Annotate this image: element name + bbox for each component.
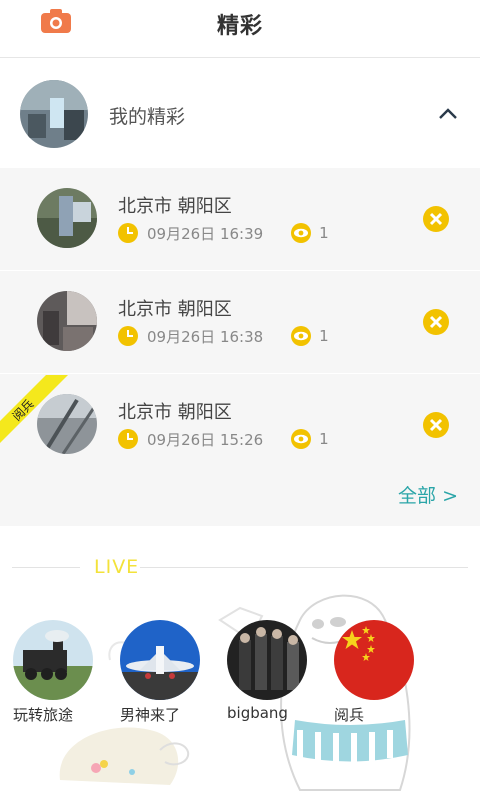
top-bar: 精彩 (0, 0, 480, 58)
item-views: 1 (319, 224, 329, 242)
live-label: LIVE (94, 556, 140, 578)
chevron-up-icon (439, 108, 457, 119)
list-item[interactable]: 北京市 朝阳区 09月26日 16:38 1 (0, 271, 480, 374)
live-topic-bigbang[interactable]: bigbang (227, 620, 307, 722)
close-icon (423, 309, 449, 335)
delete-button[interactable] (423, 206, 449, 232)
topic-label: 男神来了 (120, 706, 181, 724)
user-avatar (20, 80, 88, 148)
topic-label: bigbang (227, 704, 288, 722)
divider (12, 567, 80, 568)
topic-label: 玩转旅途 (13, 706, 74, 724)
item-thumbnail (37, 188, 97, 248)
close-icon (423, 412, 449, 438)
live-section-header: LIVE (12, 556, 468, 580)
topic-image (227, 620, 307, 700)
item-meta: 09月26日 15:26 1 (118, 428, 329, 450)
clock-icon (118, 223, 138, 243)
delete-button[interactable] (423, 309, 449, 335)
live-topic-idols[interactable]: 男神来了 (120, 620, 200, 724)
eye-icon (291, 326, 312, 346)
topic-label: 阅兵 (334, 706, 365, 724)
item-time: 09月26日 16:38 (147, 327, 264, 346)
eye-icon (291, 223, 312, 243)
clock-icon (118, 429, 138, 449)
live-topic-travel[interactable]: 玩转旅途 (13, 620, 93, 724)
live-topic-parade[interactable]: 阅兵 (334, 620, 414, 724)
item-views: 1 (319, 327, 329, 345)
eye-icon (291, 429, 312, 449)
topic-image (334, 620, 414, 700)
my-highlights-header[interactable]: 我的精彩 (0, 60, 480, 168)
collapse-button[interactable] (434, 104, 462, 124)
my-highlights-label: 我的精彩 (109, 106, 186, 128)
topic-image (13, 620, 93, 700)
item-location: 北京市 朝阳区 (118, 299, 232, 320)
topic-ribbon: 阅兵 (0, 375, 72, 447)
item-views: 1 (319, 430, 329, 448)
item-time: 09月26日 15:26 (147, 430, 264, 449)
list-item[interactable]: 北京市 朝阳区 09月26日 16:39 1 (0, 168, 480, 271)
item-time: 09月26日 16:39 (147, 224, 264, 243)
delete-button[interactable] (423, 412, 449, 438)
my-highlights-list: 北京市 朝阳区 09月26日 16:39 1 北京市 朝阳区 09月26日 16… (0, 168, 480, 526)
item-location: 北京市 朝阳区 (118, 402, 232, 423)
item-thumbnail (37, 291, 97, 351)
item-meta: 09月26日 16:39 1 (118, 222, 329, 244)
divider (140, 567, 468, 568)
list-item[interactable]: 北京市 朝阳区 09月26日 15:26 1 (0, 374, 480, 477)
view-all-link[interactable]: 全部 > (398, 481, 458, 508)
item-meta: 09月26日 16:38 1 (118, 325, 329, 347)
page-title: 精彩 (216, 14, 263, 39)
topic-image (120, 620, 200, 700)
close-icon (423, 206, 449, 232)
clock-icon (118, 326, 138, 346)
item-location: 北京市 朝阳区 (118, 196, 232, 217)
